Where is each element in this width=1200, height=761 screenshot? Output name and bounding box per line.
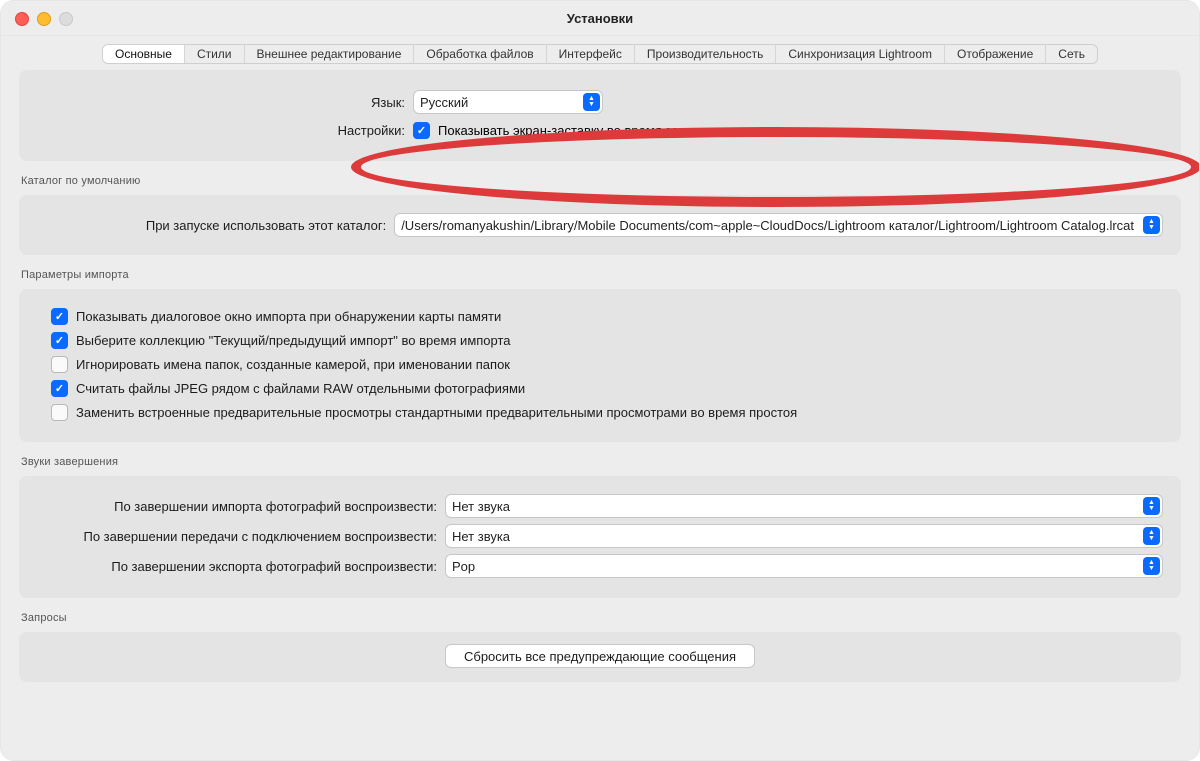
sound-import-label: По завершении импорта фотографий воспрои… xyxy=(37,499,445,514)
sound-export-value: Pop xyxy=(452,559,475,574)
import-option-row: Показывать диалоговое окно импорта при о… xyxy=(37,308,1163,325)
panel-completion-sounds: По завершении импорта фотографий воспрои… xyxy=(19,476,1181,598)
minimize-window-icon[interactable] xyxy=(37,12,51,26)
settings-label: Настройки: xyxy=(37,123,413,138)
zoom-window-icon[interactable] xyxy=(59,12,73,26)
tab-display[interactable]: Отображение xyxy=(945,45,1046,63)
import-option-label: Показывать диалоговое окно импорта при о… xyxy=(76,309,501,324)
tab-file[interactable]: Обработка файлов xyxy=(414,45,546,63)
sound-export-label: По завершении экспорта фотографий воспро… xyxy=(37,559,445,574)
tab-bar: Основные Стили Внешнее редактирование Об… xyxy=(1,36,1199,70)
catalog-label: При запуске использовать этот каталог: xyxy=(37,218,394,233)
import-option-label: Выберите коллекцию "Текущий/предыдущий и… xyxy=(76,333,511,348)
chevron-updown-icon: ▲▼ xyxy=(583,93,600,111)
import-option-label: Игнорировать имена папок, созданные каме… xyxy=(76,357,510,372)
panel-default-catalog: При запуске использовать этот каталог: /… xyxy=(19,195,1181,255)
import-option-label: Заменить встроенные предварительные прос… xyxy=(76,405,797,420)
section-completion-sounds: Звуки завершения xyxy=(21,456,1181,468)
import-option-row: Заменить встроенные предварительные прос… xyxy=(37,404,1163,421)
tab-external[interactable]: Внешнее редактирование xyxy=(245,45,415,63)
sound-import-select[interactable]: Нет звука ▲▼ xyxy=(445,494,1163,518)
content-area: Язык: Русский ▲▼ Настройки: Показывать э… xyxy=(1,70,1199,714)
tab-interface[interactable]: Интерфейс xyxy=(547,45,635,63)
reset-warnings-button[interactable]: Сбросить все предупреждающие сообщения xyxy=(445,644,755,668)
panel-general-top: Язык: Русский ▲▼ Настройки: Показывать э… xyxy=(19,70,1181,161)
sound-tether-label: По завершении передачи с подключением во… xyxy=(37,529,445,544)
tab-segmented-control: Основные Стили Внешнее редактирование Об… xyxy=(102,44,1098,64)
window-title: Установки xyxy=(1,11,1199,26)
chevron-updown-icon: ▲▼ xyxy=(1143,557,1160,575)
chevron-updown-icon: ▲▼ xyxy=(1143,216,1160,234)
import-option-row: Выберите коллекцию "Текущий/предыдущий и… xyxy=(37,332,1163,349)
sound-import-value: Нет звука xyxy=(452,499,510,514)
section-default-catalog: Каталог по умолчанию xyxy=(21,175,1181,187)
sound-tether-value: Нет звука xyxy=(452,529,510,544)
import-ignore-folder-names-checkbox[interactable] xyxy=(51,356,68,373)
section-import-params: Параметры импорта xyxy=(21,269,1181,281)
splash-checkbox[interactable] xyxy=(413,122,430,139)
language-select[interactable]: Русский ▲▼ xyxy=(413,90,603,114)
import-show-dialog-checkbox[interactable] xyxy=(51,308,68,325)
chevron-updown-icon: ▲▼ xyxy=(1143,527,1160,545)
panel-import-params: Показывать диалоговое окно импорта при о… xyxy=(19,289,1181,442)
panel-prompts: Сбросить все предупреждающие сообщения xyxy=(19,632,1181,682)
import-replace-previews-checkbox[interactable] xyxy=(51,404,68,421)
language-label: Язык: xyxy=(37,95,413,110)
tab-performance[interactable]: Производительность xyxy=(635,45,776,63)
sound-export-select[interactable]: Pop ▲▼ xyxy=(445,554,1163,578)
tab-network[interactable]: Сеть xyxy=(1046,45,1097,63)
import-jpeg-separate-checkbox[interactable] xyxy=(51,380,68,397)
preferences-window: Установки Основные Стили Внешнее редакти… xyxy=(0,0,1200,761)
catalog-path-select[interactable]: /Users/romanyakushin/Library/Mobile Docu… xyxy=(394,213,1163,237)
traffic-lights xyxy=(15,12,73,26)
language-value: Русский xyxy=(420,95,468,110)
import-select-collection-checkbox[interactable] xyxy=(51,332,68,349)
import-option-label: Считать файлы JPEG рядом с файлами RAW о… xyxy=(76,381,525,396)
splash-checkbox-label: Показывать экран-заставку во время запус… xyxy=(438,123,712,138)
import-option-row: Игнорировать имена папок, созданные каме… xyxy=(37,356,1163,373)
close-window-icon[interactable] xyxy=(15,12,29,26)
chevron-updown-icon: ▲▼ xyxy=(1143,497,1160,515)
tab-styles[interactable]: Стили xyxy=(185,45,245,63)
section-prompts: Запросы xyxy=(21,612,1181,624)
tab-lr-sync[interactable]: Синхронизация Lightroom xyxy=(776,45,945,63)
titlebar: Установки xyxy=(1,1,1199,36)
tab-general[interactable]: Основные xyxy=(103,45,185,63)
catalog-path-value: /Users/romanyakushin/Library/Mobile Docu… xyxy=(401,218,1156,233)
import-option-row: Считать файлы JPEG рядом с файлами RAW о… xyxy=(37,380,1163,397)
sound-tether-select[interactable]: Нет звука ▲▼ xyxy=(445,524,1163,548)
